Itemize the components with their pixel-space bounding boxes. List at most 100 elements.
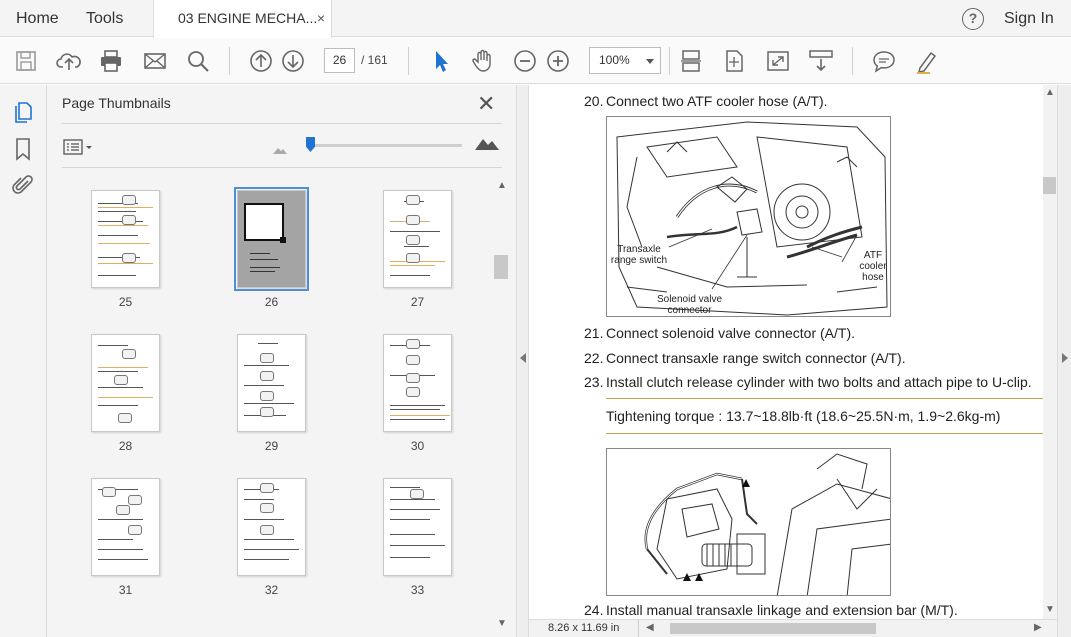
page-number-input[interactable]: 26 [324, 48, 355, 73]
print-icon[interactable] [98, 48, 124, 74]
thumbnail-text-line [244, 539, 294, 540]
right-panel-toggle[interactable] [1057, 85, 1071, 637]
torque-note-box: Tightening torque : 13.7~18.8lb·ft (18.6… [606, 398, 1043, 434]
tools-menu[interactable]: Tools [86, 0, 123, 37]
thumbnail-page-number: 27 [410, 295, 425, 309]
thumbnail-text-line [244, 499, 274, 500]
thumbnail-figure [260, 525, 274, 535]
zoom-select[interactable]: 100% [589, 47, 661, 74]
thumbnail-figure [260, 407, 274, 417]
figure-label: ATF cooler hose [859, 250, 887, 283]
thumbnail-page-number: 26 [264, 295, 279, 309]
help-icon[interactable]: ? [962, 8, 984, 30]
small-thumbnail-icon[interactable] [273, 141, 287, 159]
collapse-panel-icon[interactable] [520, 353, 526, 363]
thumbnail-text-line [98, 235, 138, 236]
thumbnail-text-line [98, 207, 153, 208]
thumbnail-size-slider[interactable] [309, 144, 462, 147]
thumbnail-text-line [244, 365, 289, 366]
page-thumbnails-icon[interactable] [11, 100, 35, 124]
home-menu[interactable]: Home [16, 0, 59, 37]
thumbnail-text-line [244, 385, 284, 386]
select-tool-icon[interactable] [428, 48, 454, 74]
thumbnail-text-line [390, 409, 440, 410]
scroll-down-icon[interactable]: ▼ [497, 618, 507, 629]
email-icon[interactable] [142, 48, 168, 74]
close-panel-icon[interactable]: ✕ [477, 93, 495, 115]
save-icon[interactable] [13, 48, 39, 74]
page-thumbnail[interactable] [237, 478, 306, 576]
document-scrollbar[interactable]: ▲ ▼ [1043, 85, 1057, 619]
scroll-down-icon[interactable]: ▼ [1045, 604, 1055, 615]
scroll-up-icon[interactable]: ▲ [497, 180, 507, 191]
document-tab[interactable]: 03 ENGINE MECHA... × [153, 0, 332, 38]
attachments-icon[interactable] [11, 173, 35, 197]
slider-handle[interactable] [306, 137, 315, 152]
search-icon[interactable] [185, 48, 211, 74]
thumbnail-text-line [98, 345, 128, 346]
zoom-in-icon[interactable] [545, 48, 571, 74]
thumbnail-text-line [98, 371, 138, 372]
panel-splitter[interactable] [516, 85, 529, 637]
thumbnail-scrollbar[interactable] [494, 255, 508, 279]
zoom-value: 100% [599, 53, 630, 67]
horizontal-scrollbar-handle[interactable] [670, 623, 876, 634]
thumbnail-figure [406, 195, 420, 205]
resize-handle[interactable] [280, 237, 286, 243]
close-tab-icon[interactable]: × [317, 0, 325, 37]
expand-panel-icon[interactable] [1062, 353, 1068, 363]
thumbnail-text-line [390, 415, 450, 416]
full-screen-icon[interactable] [765, 48, 791, 74]
document-scrollbar-handle[interactable] [1043, 177, 1056, 194]
thumbnail-figure [406, 235, 420, 245]
sign-in-link[interactable]: Sign In [1004, 0, 1054, 37]
thumbnail-figure [122, 195, 136, 205]
thumbnail-figure [128, 525, 142, 535]
page-thumbnail[interactable] [383, 478, 452, 576]
page-thumbnail[interactable] [91, 478, 160, 576]
next-page-icon[interactable] [280, 48, 306, 74]
thumbnail-figure [118, 413, 132, 423]
thumbnail-figure [260, 503, 274, 513]
hand-tool-icon[interactable] [470, 48, 496, 74]
thumbnail-text-line [98, 405, 138, 406]
comment-icon[interactable] [871, 48, 897, 74]
thumbnail-page-number: 29 [264, 439, 279, 453]
scrolling-mode-icon[interactable] [808, 48, 834, 74]
thumbnail-text-line [98, 397, 153, 398]
viewport-box[interactable] [244, 203, 284, 241]
document-page: 20. Connect two ATF cooler hose (A/T). T… [529, 85, 1043, 619]
thumbnail-text-line [390, 509, 440, 510]
large-thumbnail-icon[interactable] [475, 136, 499, 155]
prev-page-icon[interactable] [248, 48, 274, 74]
page-thumbnail[interactable] [237, 334, 306, 432]
cloud-upload-icon[interactable] [56, 48, 82, 74]
thumbnail-figure [406, 253, 420, 263]
page-thumbnail[interactable] [234, 187, 309, 291]
page-total: / 161 [361, 53, 388, 67]
highlight-pen-icon[interactable] [914, 48, 940, 74]
page-thumbnail[interactable] [383, 334, 452, 432]
fit-width-icon[interactable] [678, 48, 704, 74]
scroll-left-icon[interactable]: ◀ [646, 622, 654, 633]
thumbnail-figure [260, 371, 274, 381]
thumbnail-figure [122, 253, 136, 263]
toolbar [0, 38, 1071, 84]
thumbnail-text-line [98, 221, 143, 222]
page-thumbnail[interactable] [91, 334, 160, 432]
thumbnail-options-button[interactable] [63, 138, 95, 156]
thumbnail-text-line [258, 343, 278, 344]
thumbnail-page-number: 30 [410, 439, 425, 453]
thumbnail-text-line [390, 487, 420, 488]
page-thumbnail[interactable] [383, 190, 452, 288]
bookmarks-icon[interactable] [11, 137, 35, 161]
scroll-up-icon[interactable]: ▲ [1045, 87, 1055, 98]
fit-page-icon[interactable] [721, 48, 747, 74]
thumbnail-grid: 25 26 27 28 29 30 31 32 33 [59, 178, 494, 637]
divider [62, 167, 502, 168]
status-bar: 8.26 x 11.69 in ◀ ▶ [529, 619, 1057, 637]
scroll-right-icon[interactable]: ▶ [1034, 622, 1042, 633]
page-thumbnail[interactable] [91, 190, 160, 288]
zoom-out-icon[interactable] [512, 48, 538, 74]
clutch-cylinder-figure [606, 448, 891, 596]
